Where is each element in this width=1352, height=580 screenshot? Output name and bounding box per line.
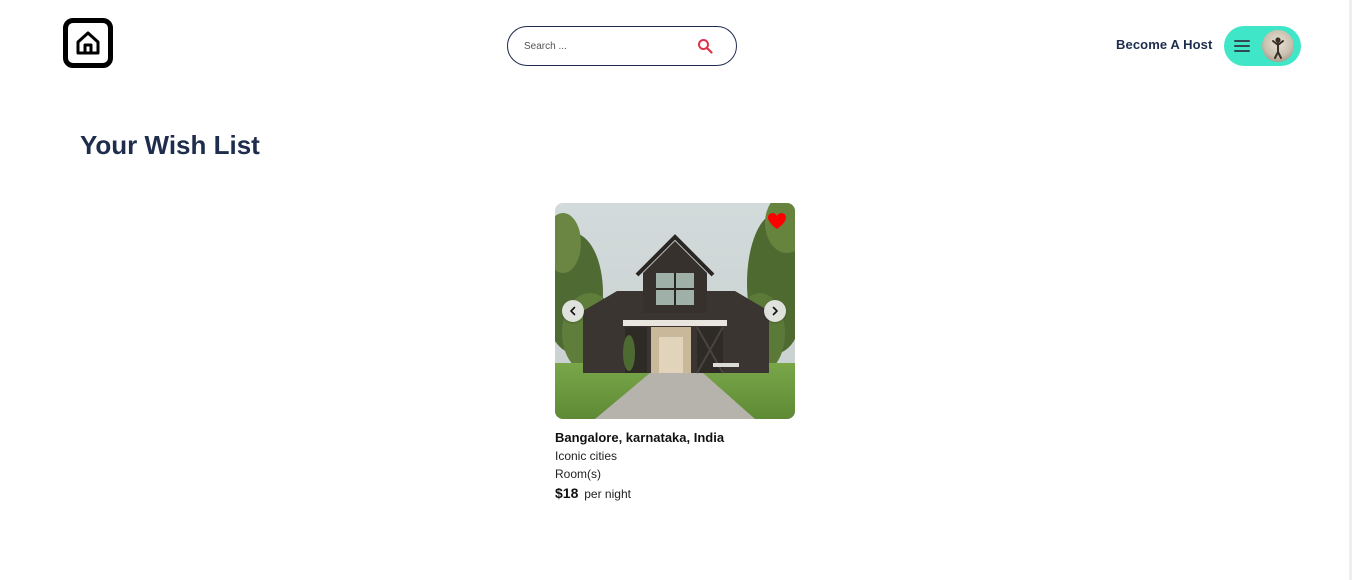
favorite-heart-icon[interactable] xyxy=(767,212,787,230)
hamburger-icon xyxy=(1234,40,1250,52)
listing-category: Iconic cities xyxy=(555,449,618,463)
listing-room-type: Room(s) xyxy=(555,467,602,481)
next-photo-button[interactable] xyxy=(764,300,786,322)
avatar xyxy=(1262,30,1294,62)
search-input[interactable] xyxy=(524,40,696,52)
user-menu-button[interactable] xyxy=(1224,26,1301,66)
home-logo-button[interactable] xyxy=(63,18,113,68)
listing-card[interactable]: Bangalore, karnataka, India Iconic citie… xyxy=(555,203,795,501)
chevron-right-icon xyxy=(772,306,778,316)
home-icon xyxy=(76,31,100,55)
chevron-left-icon xyxy=(570,306,576,316)
price-value: $18 xyxy=(555,485,579,501)
listing-location: Bangalore, karnataka, India xyxy=(555,430,725,445)
search-bar[interactable] xyxy=(507,26,737,66)
price-suffix: per night xyxy=(584,487,631,501)
search-icon[interactable] xyxy=(696,37,714,55)
listing-photo[interactable] xyxy=(555,203,795,419)
become-host-link[interactable]: Become A Host xyxy=(1116,37,1212,52)
previous-photo-button[interactable] xyxy=(562,300,584,322)
listing-price: $18 per night xyxy=(555,485,795,501)
page: Become A Host Your Wish List xyxy=(0,0,1352,580)
page-title: Your Wish List xyxy=(80,130,260,160)
